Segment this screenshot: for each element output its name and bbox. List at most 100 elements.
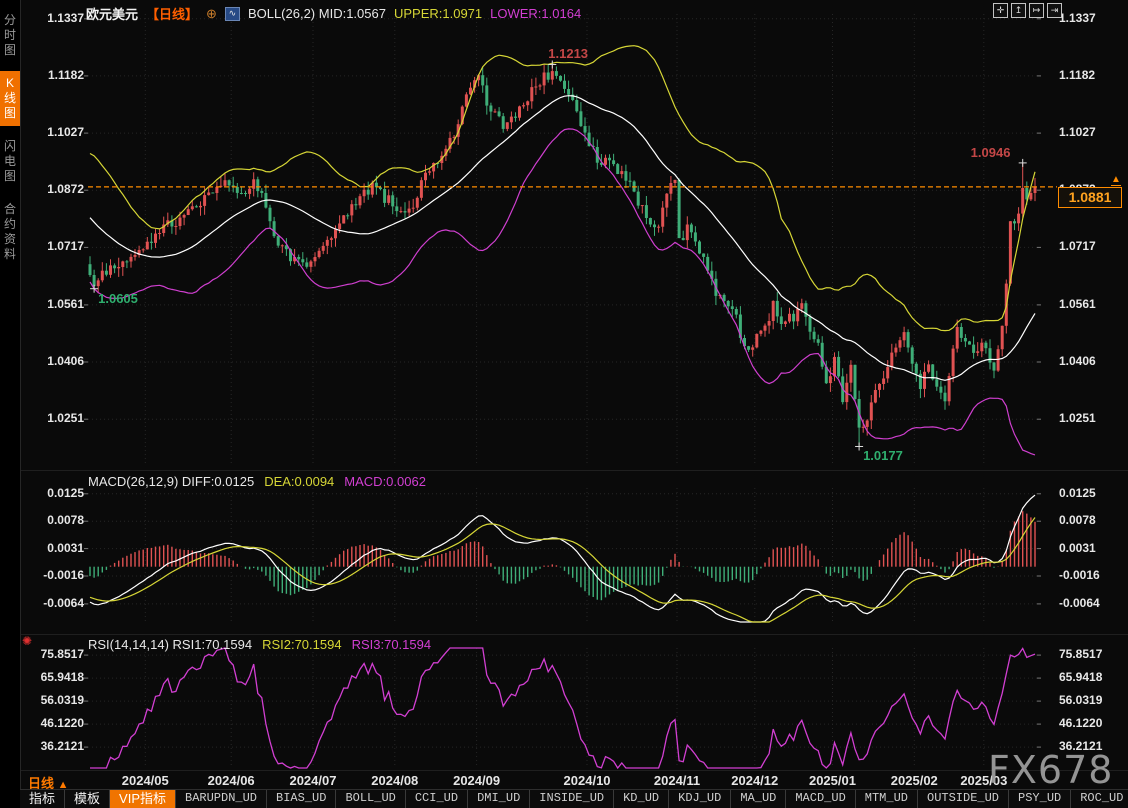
macd-y-axis-label-right: 0.0031: [1059, 541, 1128, 555]
scale-left-axis-icon[interactable]: ↥: [1011, 3, 1026, 18]
rsi-y-axis-label-left: 56.0319: [28, 693, 84, 707]
toolbar-tab-ma_ud[interactable]: MA_UD: [731, 790, 786, 808]
chart-header: 欧元美元 【日线】 ⊕ ∿ BOLL(26,2) MID:1.0567 UPPE…: [86, 4, 581, 23]
candlesticks: [89, 65, 1037, 447]
date-axis-label: 2024/11: [645, 773, 709, 788]
scale-right-axis-icon[interactable]: ↦: [1029, 3, 1044, 18]
rsi-y-axis-label-left: 46.1220: [28, 716, 84, 730]
main-y-axis-label-left: 1.1027: [28, 125, 84, 139]
trading-app-window: 分时图 K线图闪电图合约资料 欧元美元 【日线】 ⊕ ∿ BOLL(26,2) M…: [0, 0, 1128, 808]
main-y-axis-label-left: 1.0872: [28, 182, 84, 196]
pan-right-icon[interactable]: ⇥: [1047, 3, 1062, 18]
price-annotation: 1.0946: [971, 145, 1011, 160]
sidebar-tab-item[interactable]: 闪电图: [0, 134, 20, 189]
rsi2-value: RSI2:70.1594: [262, 637, 342, 652]
add-indicator-icon[interactable]: ⊕: [206, 6, 217, 22]
toolbar-tab-barupdn_ud[interactable]: BARUPDN_UD: [176, 790, 267, 808]
price-annotation: 1.1213: [548, 46, 588, 61]
main-y-axis-label-left: 1.0406: [28, 354, 84, 368]
price-annotation: 1.0605: [98, 291, 138, 306]
rsi-y-axis-label-right: 65.9418: [1059, 670, 1128, 684]
toolbar-tab-dmi_ud[interactable]: DMI_UD: [468, 790, 530, 808]
macd-y-axis-label-left: 0.0031: [28, 541, 84, 555]
toolbar-tab-cci_ud[interactable]: CCI_UD: [406, 790, 468, 808]
macd-y-axis-label-left: 0.0125: [28, 486, 84, 500]
toolbar-tab-kdj_ud[interactable]: KDJ_UD: [669, 790, 731, 808]
left-sidebar: 分时图 K线图闪电图合约资料: [0, 0, 21, 808]
macd-y-axis-label-left: -0.0016: [28, 568, 84, 582]
rsi-y-axis-label-left: 36.2121: [28, 739, 84, 753]
macd-y-axis-label-right: -0.0016: [1059, 568, 1128, 582]
macd-y-axis-label-left: -0.0064: [28, 596, 84, 610]
boll-mid-line: [90, 96, 1035, 381]
date-axis-label: 2024/06: [199, 773, 263, 788]
toolbar-tab-inside_ud[interactable]: INSIDE_UD: [530, 790, 614, 808]
date-axis-label: 2024/09: [445, 773, 509, 788]
watermark: FX678: [988, 748, 1113, 792]
rsi1-value: RSI(14,14,14) RSI1:70.1594: [88, 637, 252, 652]
main-y-axis-label-left: 1.0561: [28, 297, 84, 311]
price-annotation: 1.0177: [863, 448, 903, 463]
date-axis-label: 2024/10: [555, 773, 619, 788]
indicator-toolbar: 指标模板VIP指标BARUPDN_UDBIAS_UDBOLL_UDCCI_UDD…: [20, 789, 1128, 808]
date-axis-label: 2024/08: [363, 773, 427, 788]
rsi-y-axis-label-left: 65.9418: [28, 670, 84, 684]
main-y-axis-label-right: 1.0561: [1059, 297, 1128, 311]
symbol-title: 欧元美元: [86, 4, 138, 23]
rsi-y-axis-label-left: 75.8517: [28, 647, 84, 661]
toolbar-tab-roc_ud[interactable]: ROC_UD: [1071, 790, 1128, 808]
macd-title: MACD(26,12,9) DIFF:0.0125: [88, 474, 254, 489]
macd-dea-line: [90, 518, 1035, 623]
chart-canvas[interactable]: [0, 0, 1128, 808]
toolbar-tab-mtm_ud[interactable]: MTM_UD: [856, 790, 918, 808]
macd-header: MACD(26,12,9) DIFF:0.0125 DEA:0.0094 MAC…: [88, 474, 426, 489]
main-y-axis-label-right: 1.1182: [1059, 68, 1128, 82]
crosshair-icon[interactable]: ✛: [993, 3, 1008, 18]
toolbar-tab-outside_ud[interactable]: OUTSIDE_UD: [918, 790, 1009, 808]
macd-y-axis-label-right: 0.0078: [1059, 513, 1128, 527]
toolbar-tab-[interactable]: 模板: [65, 790, 110, 808]
last-price-tag: 1.0881: [1058, 187, 1122, 208]
macd-y-axis-label-left: 0.0078: [28, 513, 84, 527]
date-axis-label: 2025/02: [882, 773, 946, 788]
date-axis-label: 2024/05: [113, 773, 177, 788]
rsi-line: [90, 648, 1035, 768]
date-axis-label: 2025/01: [800, 773, 864, 788]
extreme-cross-marker: [548, 61, 556, 69]
alarm-icon: ✺: [22, 634, 32, 648]
date-axis-label: 2024/12: [723, 773, 787, 788]
date-axis-label: 2024/07: [281, 773, 345, 788]
mini-chart-icon[interactable]: ∿: [225, 7, 240, 21]
sidebar-tab-item[interactable]: 分时图: [0, 8, 20, 63]
toolbar-tab-[interactable]: 指标: [20, 790, 65, 808]
extreme-cross-marker: [855, 443, 863, 451]
macd-y-axis-label-right: 0.0125: [1059, 486, 1128, 500]
rsi-header: RSI(14,14,14) RSI1:70.1594 RSI2:70.1594 …: [88, 637, 431, 652]
macd-y-axis-label-right: -0.0064: [1059, 596, 1128, 610]
price-arrow-marker: ▲: [1111, 175, 1121, 186]
sidebar-tab-item[interactable]: 合约资料: [0, 197, 20, 267]
boll-upper-line: [90, 46, 1035, 331]
toolbar-tab-vip[interactable]: VIP指标: [110, 790, 176, 808]
boll-upper-value: UPPER:1.0971: [394, 6, 482, 21]
toolbar-tab-kd_ud[interactable]: KD_UD: [614, 790, 669, 808]
main-y-axis-label-right: 1.1337: [1059, 11, 1128, 25]
rsi-y-axis-label-right: 56.0319: [1059, 693, 1128, 707]
rsi-y-axis-label-right: 46.1220: [1059, 716, 1128, 730]
boll-lower-value: LOWER:1.0164: [490, 6, 581, 21]
period-tag: 【日线】: [146, 4, 198, 23]
rsi3-value: RSI3:70.1594: [352, 637, 432, 652]
main-y-axis-label-right: 1.0251: [1059, 411, 1128, 425]
toolbar-tab-bias_ud[interactable]: BIAS_UD: [267, 790, 336, 808]
rsi-y-axis-label-right: 75.8517: [1059, 647, 1128, 661]
toolbar-tab-psy_ud[interactable]: PSY_UD: [1009, 790, 1071, 808]
macd-macd-value: MACD:0.0062: [344, 474, 426, 489]
sidebar-tab-active[interactable]: K线图: [0, 71, 20, 126]
main-y-axis-label-right: 1.0406: [1059, 354, 1128, 368]
main-y-axis-label-right: 1.0717: [1059, 239, 1128, 253]
main-y-axis-label-left: 1.1337: [28, 11, 84, 25]
main-y-axis-label-right: 1.1027: [1059, 125, 1128, 139]
toolbar-tab-macd_ud[interactable]: MACD_UD: [786, 790, 855, 808]
toolbar-tab-boll_ud[interactable]: BOLL_UD: [336, 790, 405, 808]
boll-lower-line: [90, 129, 1035, 455]
